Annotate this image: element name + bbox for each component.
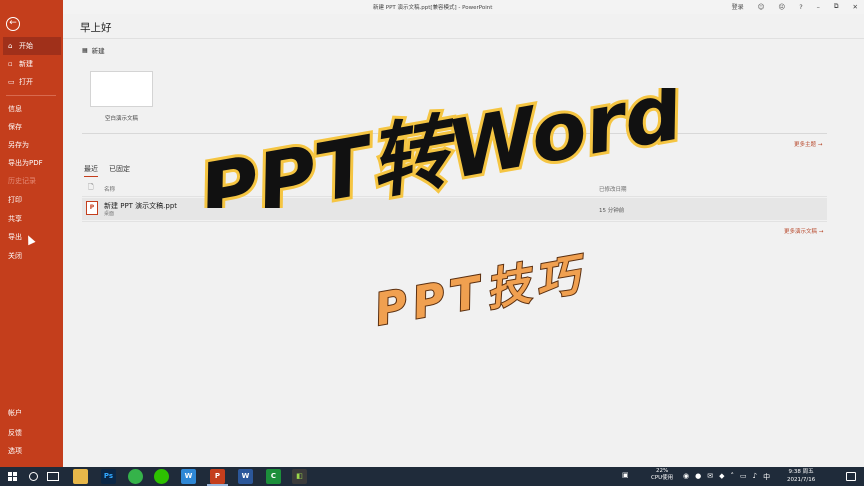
file-explorer-icon[interactable] [73, 469, 88, 484]
help-icon[interactable]: ? [799, 3, 802, 11]
title-bar: 新建 PPT 演示文稿.ppt[兼容模式] - PowerPoint 登录 ☺ … [63, 0, 864, 14]
nav-account[interactable]: 帐户 [0, 404, 63, 422]
new-file-icon: ▫ [8, 60, 13, 68]
cpu-usage: 22% CPU使用 [651, 468, 673, 482]
nav-history: 历史记录 [8, 177, 36, 185]
new-section-icon: ▦ [82, 46, 88, 54]
new-section-heading: ▦ 新建 [82, 45, 105, 56]
wps-writer-icon[interactable]: W [181, 469, 196, 484]
overlay-headline-svg: PPT转Word [190, 61, 693, 243]
network-icon[interactable]: ▭ [740, 472, 747, 482]
video-editor-icon[interactable]: ◧ [292, 469, 307, 484]
photoshop-icon[interactable]: Ps [101, 469, 116, 484]
windows-start-icon[interactable] [8, 472, 17, 481]
chevron-up-icon[interactable]: ˄ [730, 472, 734, 482]
header-divider [63, 38, 864, 39]
input-method-icon[interactable]: 中 [763, 472, 770, 482]
windows-taskbar: Ps W P W C ◧ ▣ 22% CPU使用 ◉ ● ✉ ◆ ˄ ▭ ♪ 中… [0, 467, 864, 486]
overlay-headline: PPT转Word [160, 61, 720, 243]
ppt-file-icon: P [86, 201, 98, 215]
back-arrow-icon[interactable]: ← [6, 17, 20, 31]
blank-presentation-thumbnail[interactable] [90, 71, 153, 107]
nav-open[interactable]: ▭ 打开 [0, 73, 63, 91]
overlay-headline-text: PPT转Word [193, 88, 690, 208]
wechat-icon[interactable] [154, 469, 169, 484]
volume-icon[interactable]: ♪ [753, 472, 757, 482]
nav-home-label: 开始 [19, 42, 33, 50]
clock-date: 2021/7/16 [787, 477, 816, 483]
nav-save-as[interactable]: 另存为 [0, 136, 63, 154]
minimize-button[interactable]: – [817, 3, 820, 11]
tab-recent[interactable]: 最近 [84, 164, 98, 177]
overlay-subtitle-text: PPT技巧 [371, 252, 591, 332]
nav-home[interactable]: ⌂ 开始 [3, 37, 61, 55]
camtasia-icon[interactable]: C [266, 469, 281, 484]
tray-app-icon[interactable]: ◉ [683, 472, 689, 482]
more-themes-label: 更多主题 [794, 142, 817, 148]
smiley-icon[interactable]: ☺ [758, 3, 765, 11]
powerpoint-icon[interactable]: P [207, 469, 228, 486]
file-type-icon: 🗋 [88, 183, 94, 191]
nav-feedback[interactable]: 反馈 [0, 424, 63, 442]
more-presentations-label: 更多演示文稿 [784, 229, 818, 235]
tray-app-icon[interactable]: ● [695, 472, 701, 482]
nav-print[interactable]: 打印 [0, 191, 63, 209]
title-bar-controls: 登录 ☺ ☹ ? – ⧉ ✕ [732, 2, 858, 11]
nav-info[interactable]: 信息 [0, 100, 63, 118]
nav-save[interactable]: 保存 [0, 118, 63, 136]
browser-icon[interactable] [128, 469, 143, 484]
home-icon: ⌂ [8, 42, 13, 50]
system-tray: ◉ ● ✉ ◆ ˄ ▭ ♪ 中 [683, 472, 770, 482]
new-section-label: 新建 [91, 47, 105, 55]
wechat-tray-icon[interactable]: ✉ [707, 472, 713, 482]
more-themes-link[interactable]: 更多主题 → [794, 140, 822, 148]
nav-open-label: 打开 [19, 78, 33, 86]
tray-app-icon[interactable]: ◆ [719, 472, 724, 482]
more-presentations-link[interactable]: 更多演示文稿 → [784, 227, 823, 235]
notification-icon[interactable] [846, 472, 856, 481]
cpu-usage-label: CPU使用 [651, 475, 674, 481]
file-tabs: 最近 已固定 [84, 164, 130, 177]
word-icon[interactable]: W [238, 469, 253, 484]
file-location: 桌面 [104, 211, 115, 217]
arrow-right-icon: → [818, 229, 824, 235]
clock-time: 9:38 周五 [788, 469, 814, 475]
nav-new-label: 新建 [19, 60, 33, 68]
sign-in-link[interactable]: 登录 [732, 2, 744, 11]
nav-options[interactable]: 选项 [0, 442, 63, 460]
window-title: 新建 PPT 演示文稿.ppt[兼容模式] - PowerPoint [373, 5, 493, 11]
frown-icon[interactable]: ☹ [778, 3, 785, 11]
overlay-subtitle-svg: PPT技巧 [370, 248, 592, 337]
tray-app-icon[interactable]: ▣ [622, 471, 629, 479]
nav-export-pdf[interactable]: 导出为PDF [0, 154, 63, 172]
sidebar-divider [6, 95, 56, 96]
row-divider [82, 221, 827, 222]
blank-presentation-label[interactable]: 空白演示文稿 [90, 114, 153, 122]
nav-new[interactable]: ▫ 新建 [0, 55, 63, 73]
restore-button[interactable]: ⧉ [834, 2, 839, 11]
tab-pinned[interactable]: 已固定 [109, 164, 130, 177]
nav-share[interactable]: 共享 [0, 210, 63, 228]
arrow-right-icon: → [817, 142, 823, 148]
cpu-usage-percent: 22% [655, 468, 669, 474]
folder-icon: ▭ [8, 78, 15, 86]
task-view-icon[interactable] [47, 472, 59, 481]
greeting-heading: 早上好 [80, 22, 112, 34]
overlay-subtitle: PPT技巧 [360, 248, 600, 337]
search-icon[interactable] [29, 472, 38, 481]
column-name[interactable]: 名称 [104, 185, 115, 193]
close-button[interactable]: ✕ [853, 3, 858, 11]
taskbar-clock[interactable]: 9:38 周五 2021/7/16 [787, 468, 815, 484]
powerpoint-backstage: ← ⌂ 开始 ▫ 新建 ▭ 打开 信息 保存 另存为 导出为PDF 历史记录 打… [0, 0, 864, 486]
system-tray-left: ▣ [622, 471, 629, 479]
nav-close[interactable]: 关闭 [0, 247, 63, 265]
